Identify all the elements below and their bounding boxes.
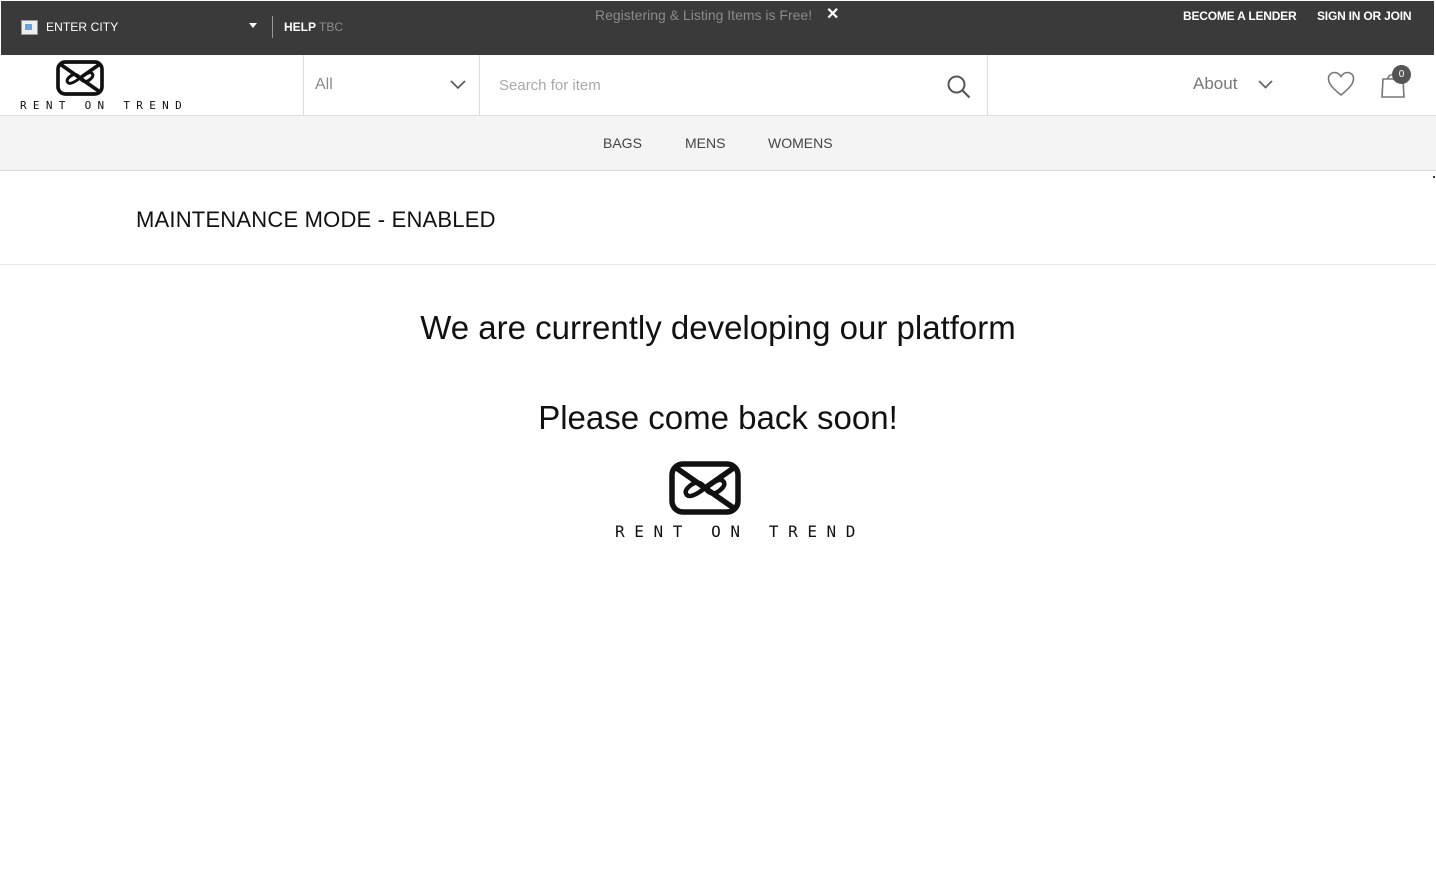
chevron-down-icon[interactable] [1258, 80, 1273, 89]
nav-item-mens[interactable]: MENS [685, 135, 725, 151]
become-lender-link[interactable]: BECOME A LENDER [1183, 9, 1297, 23]
category-select[interactable]: All [303, 55, 480, 115]
nav-item-womens[interactable]: WOMENS [768, 135, 833, 151]
search-box [480, 55, 988, 115]
city-selector[interactable]: ENTER CITY [21, 19, 118, 35]
sign-in-link[interactable]: SIGN IN OR JOIN [1317, 9, 1412, 23]
logo-wordmark: RENT ON TREND [615, 522, 866, 541]
maintenance-banner: MAINTENANCE MODE - ENABLED [0, 171, 1436, 265]
promo-banner-text: Registering & Listing Items is Free! [595, 7, 813, 23]
come-back-message: Please come back soon! [538, 399, 898, 436]
close-icon[interactable]: ✕ [826, 4, 839, 24]
logo-icon [669, 461, 741, 515]
site-logo[interactable]: RENT ON TREND [20, 60, 182, 112]
maintenance-message: We are currently developing our platform [420, 309, 1016, 346]
cart-count-badge: 0 [1392, 65, 1411, 84]
help-link[interactable]: HELP TBC [284, 20, 343, 34]
caret-down-icon[interactable] [249, 23, 257, 28]
category-nav: BAGS MENS WOMENS [0, 116, 1436, 171]
heart-icon[interactable] [1327, 71, 1355, 97]
search-icon[interactable] [946, 74, 972, 100]
flag-icon [21, 19, 38, 35]
help-suffix: TBC [319, 20, 344, 34]
top-bar: ENTER CITY HELP TBC Registering & Listing… [1, 1, 1434, 55]
divider [272, 16, 273, 38]
category-value: All [315, 76, 333, 93]
logo-icon [56, 60, 104, 96]
search-input[interactable] [499, 73, 929, 97]
page-title: MAINTENANCE MODE - ENABLED [136, 207, 496, 232]
nav-item-bags[interactable]: BAGS [603, 135, 642, 151]
chevron-down-icon [450, 80, 466, 90]
maintenance-logo: RENT ON TREND [614, 461, 855, 545]
site-header: RENT ON TREND All About [0, 55, 1436, 116]
logo-wordmark: RENT ON TREND [20, 99, 188, 112]
about-menu[interactable]: About [1193, 74, 1237, 94]
city-label: ENTER CITY [46, 20, 119, 34]
help-label: HELP [284, 20, 317, 34]
